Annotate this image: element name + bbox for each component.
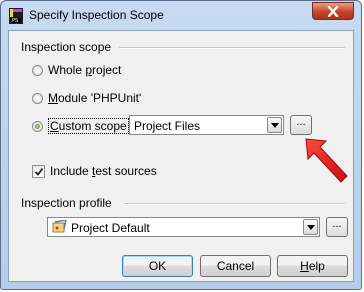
inspection-profile-icon — [52, 219, 68, 237]
checkmark-icon — [34, 167, 44, 176]
radio-button[interactable] — [32, 92, 43, 104]
checkbox[interactable] — [32, 164, 45, 178]
inspection-profile-browse-button[interactable]: ... — [326, 217, 348, 237]
cancel-button[interactable]: Cancel — [200, 255, 271, 277]
radio-button-selected[interactable] — [32, 120, 43, 132]
window-title: Specify Inspection Scope — [29, 8, 164, 22]
close-icon — [327, 6, 339, 17]
scope-divider — [119, 47, 345, 49]
dialog-body: Inspection scope Whole project Module 'P… — [8, 30, 354, 282]
chevron-down-icon — [271, 123, 279, 128]
chevron-down-icon — [307, 225, 315, 230]
dialog-window: PS Specify Inspection Scope Inspection s… — [0, 0, 362, 290]
title-bar[interactable]: PS Specify Inspection Scope — [1, 1, 361, 29]
phpstorm-icon: PS — [9, 8, 23, 24]
custom-scope-value: Project Files — [134, 119, 201, 133]
inspection-scope-label: Inspection scope — [21, 40, 112, 54]
help-button[interactable]: Help — [277, 255, 348, 277]
radio-label: Custom scope — [48, 118, 129, 134]
inspection-profile-dropdown[interactable]: Project Default — [47, 217, 320, 237]
dropdown-button[interactable] — [267, 117, 282, 133]
radio-whole-project[interactable]: Whole project — [32, 63, 121, 77]
radio-module[interactable]: Module 'PHPUnit' — [32, 91, 141, 105]
red-arrow-icon — [305, 138, 348, 183]
custom-scope-browse-button[interactable]: ... — [290, 115, 312, 135]
radio-custom-scope[interactable]: Custom scope — [32, 118, 129, 134]
close-button[interactable] — [312, 2, 354, 20]
include-test-sources-checkbox[interactable]: Include test sources — [32, 164, 157, 178]
profile-divider — [124, 203, 345, 205]
radio-label: Module 'PHPUnit' — [48, 91, 142, 105]
inspection-profile-value: Project Default — [71, 221, 150, 235]
inspection-profile-label: Inspection profile — [21, 196, 112, 210]
checkbox-label: Include test sources — [50, 164, 157, 178]
radio-button[interactable] — [32, 64, 43, 76]
radio-label: Whole project — [48, 63, 122, 77]
dropdown-button[interactable] — [303, 219, 318, 235]
ok-button[interactable]: OK — [122, 255, 193, 277]
svg-text:PS: PS — [12, 18, 18, 24]
custom-scope-dropdown[interactable]: Project Files — [129, 115, 284, 135]
